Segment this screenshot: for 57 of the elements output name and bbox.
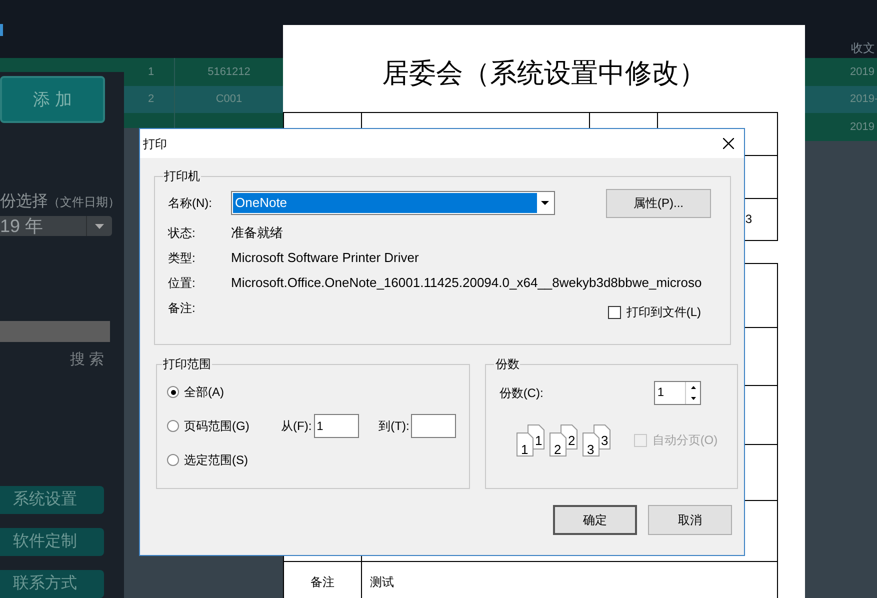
caret-icon (541, 201, 549, 205)
add-button[interactable]: 添 加 (0, 76, 105, 124)
field-label: 类型: (168, 250, 196, 267)
table-cell[interactable]: 2019 (805, 58, 877, 86)
nav-button[interactable]: 联系方式 (0, 570, 104, 598)
checkbox[interactable] (608, 306, 622, 318)
year-label: 份选择 (0, 192, 48, 212)
nav-button[interactable]: 系统设置 (0, 486, 104, 514)
field-label: 份数(C): (499, 385, 544, 402)
dialog-button[interactable]: 取消 (648, 505, 732, 535)
table-cell: 备注 (284, 562, 362, 598)
from-field[interactable]: 1 (314, 414, 359, 438)
search-button[interactable]: 搜 索 (70, 348, 104, 371)
table-cell[interactable]: 2 (124, 86, 175, 113)
radio-label: 全部(A) (184, 384, 225, 401)
nav-button[interactable]: 软件定制 (0, 528, 104, 556)
table-cell-text: 测试 (369, 574, 395, 590)
year-hint: （文件日期） (48, 194, 120, 212)
radio-button[interactable] (167, 454, 179, 466)
field-label: 从(F): (281, 418, 312, 435)
dialog-title: 打印 (142, 136, 167, 152)
close-icon[interactable] (723, 138, 734, 149)
field-value: Microsoft.Office.OneNote_16001.11425.20094.0_x64__8wekyb3d8bbwe_microso (231, 274, 702, 292)
table-cell-text: 3 (745, 211, 752, 228)
field-label: 备注: (168, 300, 196, 317)
copies-spinner[interactable]: 1 (654, 381, 702, 405)
checkbox-label: 打印到文件(L) (626, 304, 701, 321)
field-value: 准备就绪 (231, 224, 283, 242)
table-cell[interactable] (124, 113, 175, 128)
table-cell[interactable]: 1 (124, 58, 175, 86)
radio-button[interactable] (167, 386, 179, 398)
year-select[interactable]: 19 年 (0, 216, 112, 236)
field-label: 名称(N): (168, 195, 213, 212)
field-value: Microsoft Software Printer Driver (231, 249, 419, 268)
radio-label: 页码范围(G) (184, 418, 250, 435)
field-label: 到(T): (378, 418, 410, 435)
group-label: 份数 (494, 356, 520, 373)
field-label: 位置: (168, 275, 196, 292)
to-field[interactable] (411, 414, 456, 438)
dialog-button[interactable]: 确定 (553, 505, 637, 535)
checkbox-label: 自动分页(O) (652, 432, 718, 449)
logo-icon (0, 24, 3, 36)
group-label: 打印机 (163, 168, 201, 185)
table-cell[interactable] (175, 113, 283, 128)
table-cell[interactable]: 2019 (805, 113, 877, 140)
table-cell[interactable]: 5161212 (175, 58, 283, 86)
caret-icon (95, 224, 104, 229)
column-header: 收文 (851, 40, 875, 57)
radio-label: 选定范围(S) (184, 452, 249, 469)
preview-title: 居委会（系统设置中修改） (382, 57, 706, 90)
radio-button[interactable] (167, 420, 179, 432)
table-cell[interactable]: C001 (175, 86, 283, 113)
search-field[interactable] (0, 321, 110, 342)
printer-select[interactable]: OneNote (231, 191, 555, 215)
field-label: 状态: (168, 225, 196, 242)
properties-button[interactable]: 属性(P)... (606, 188, 711, 218)
group-label: 打印范围 (162, 356, 212, 373)
